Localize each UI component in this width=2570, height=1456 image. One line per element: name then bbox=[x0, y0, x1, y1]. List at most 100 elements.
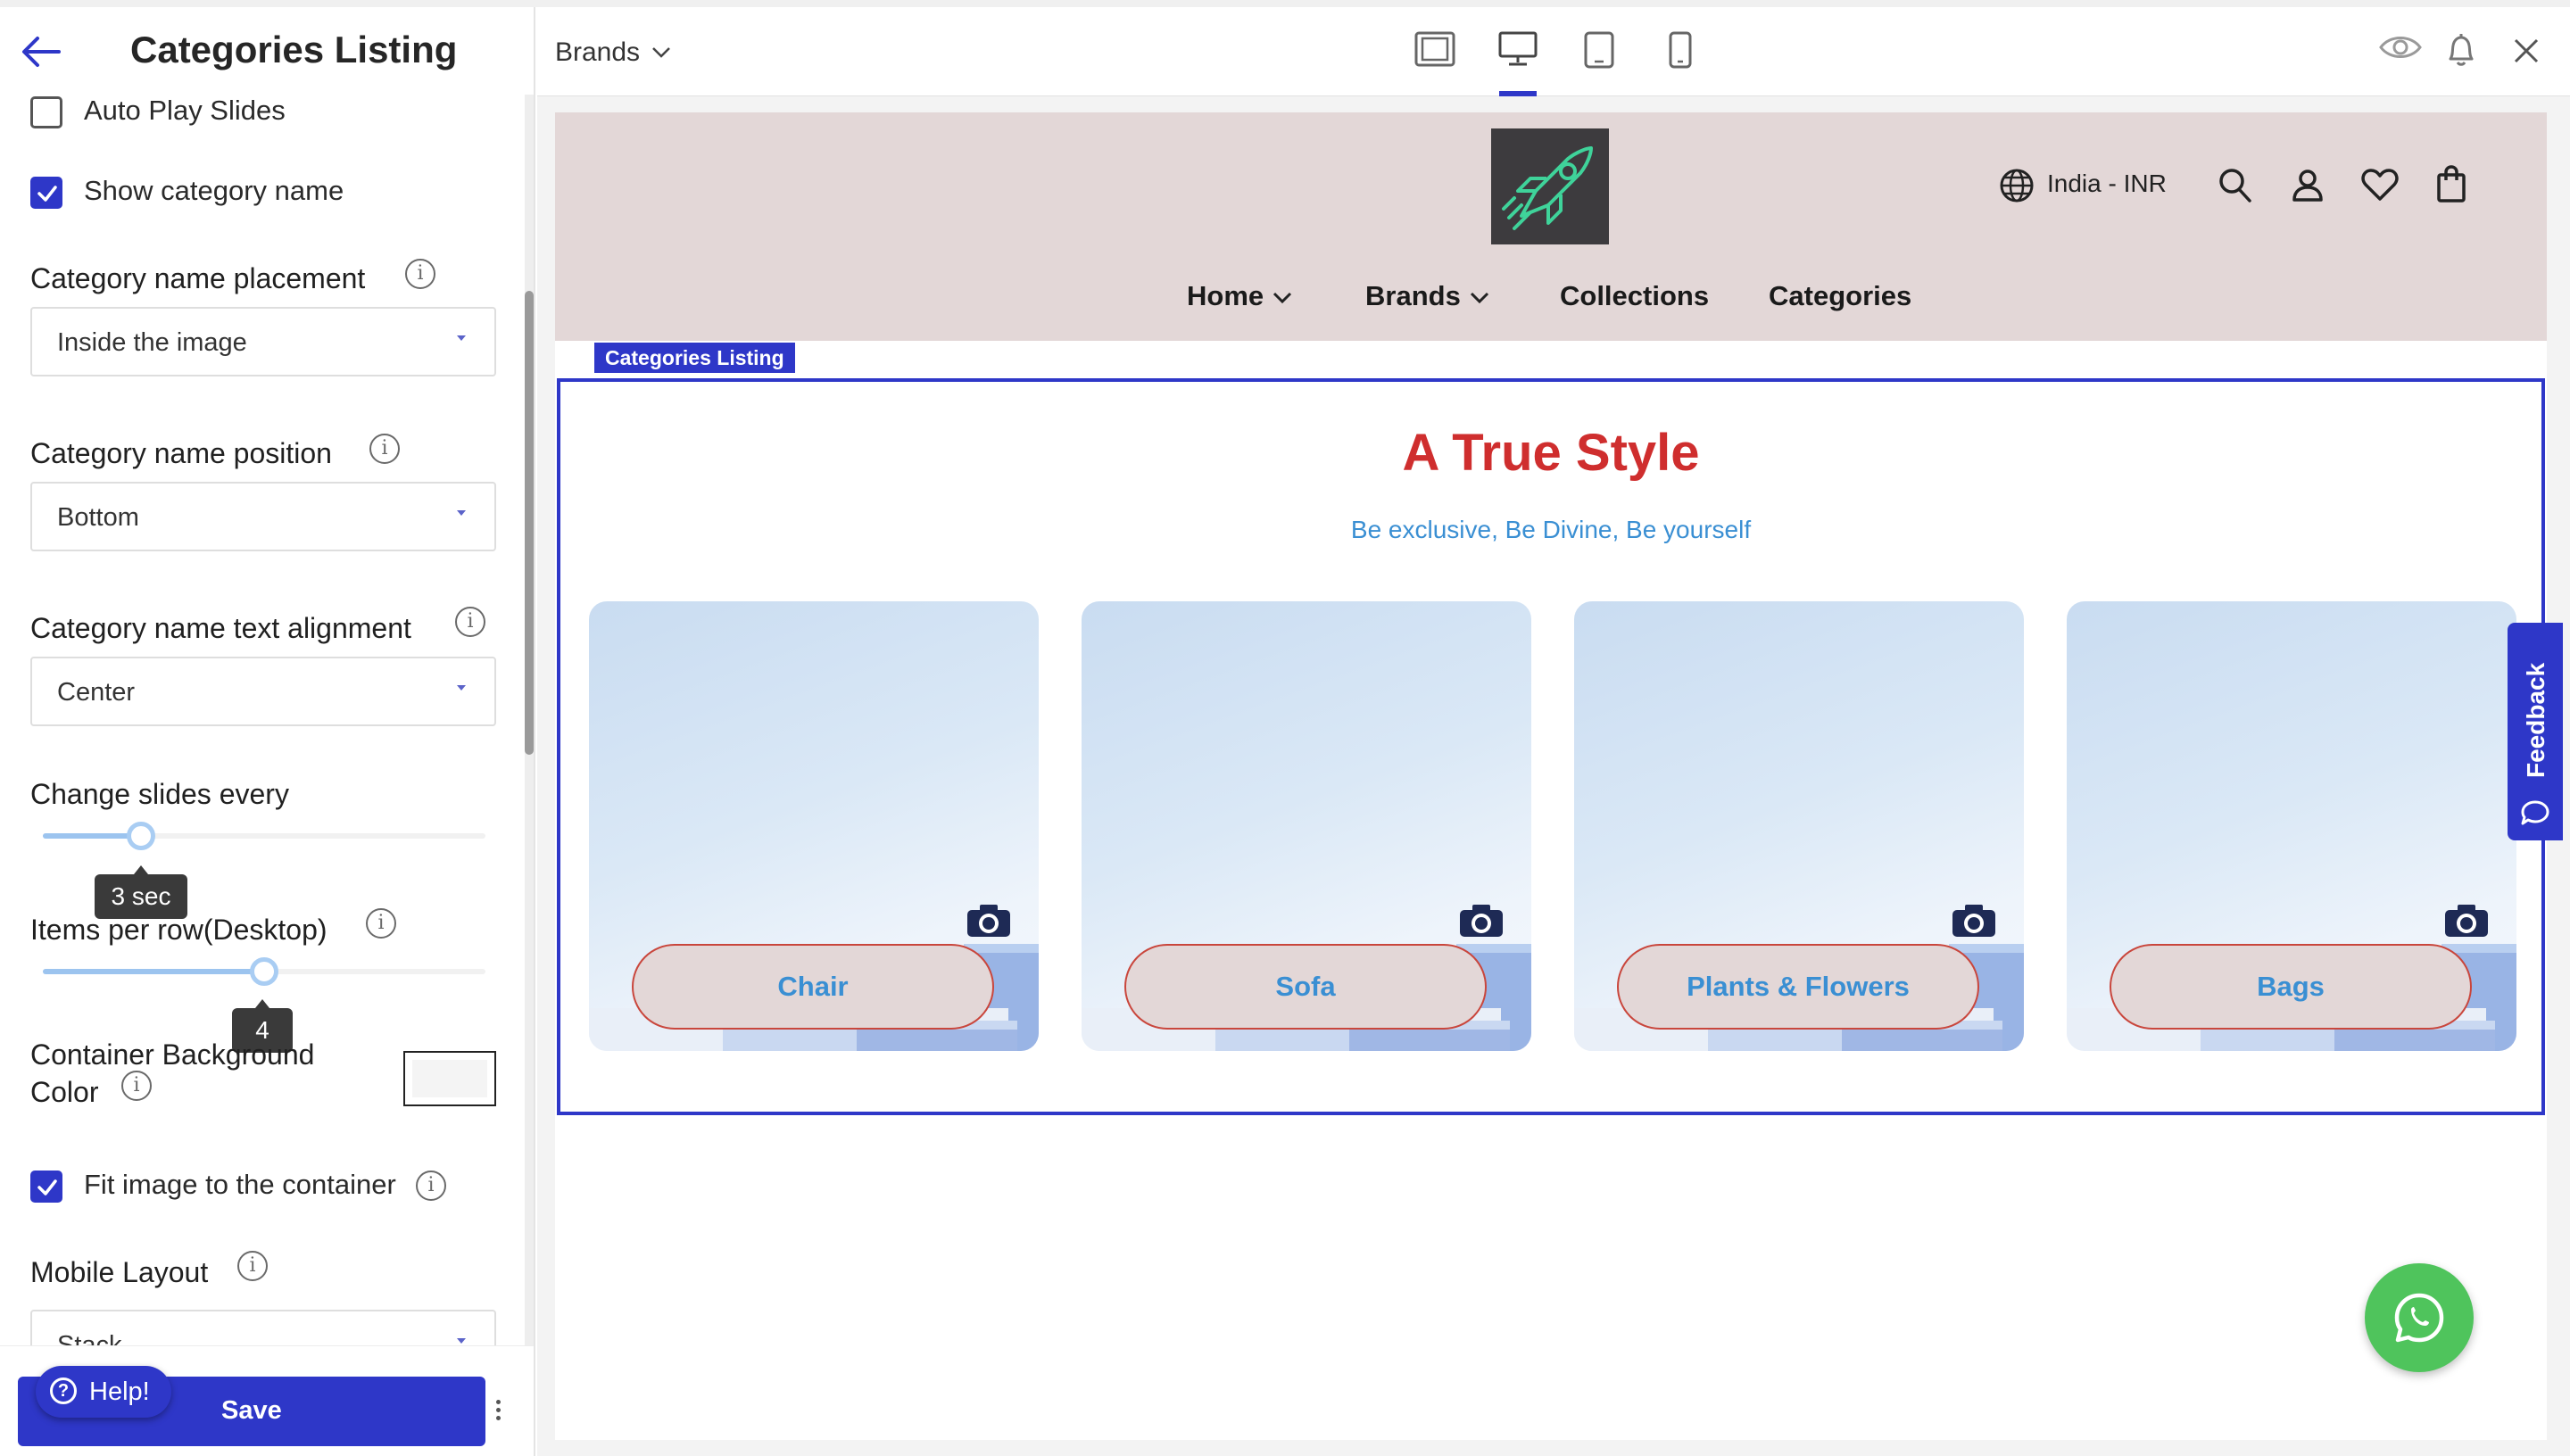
info-icon[interactable]: i bbox=[237, 1251, 268, 1281]
nav-brands[interactable]: Brands bbox=[1365, 280, 1489, 312]
info-icon[interactable]: i bbox=[369, 434, 400, 464]
alignment-label: Category name text alignment bbox=[30, 612, 411, 644]
fullscreen-icon[interactable] bbox=[1414, 30, 1456, 68]
camera-icon bbox=[1952, 905, 1995, 937]
mobile-icon[interactable] bbox=[1667, 30, 1694, 70]
locale-selector[interactable]: India - INR bbox=[2047, 170, 2167, 198]
category-card[interactable]: Sofa bbox=[1082, 601, 1531, 1051]
mobile-layout-label: Mobile Layout bbox=[30, 1256, 209, 1288]
change-slides-tooltip: 3 sec bbox=[95, 865, 187, 919]
help-button[interactable]: ? Help! bbox=[36, 1366, 171, 1418]
nav-categories[interactable]: Categories bbox=[1769, 280, 1911, 312]
checkmark-icon bbox=[37, 1179, 57, 1195]
question-icon: ? bbox=[50, 1377, 77, 1404]
alignment-value: Center bbox=[57, 678, 136, 707]
section-title: A True Style bbox=[1402, 424, 1700, 482]
info-icon[interactable]: i bbox=[416, 1171, 446, 1201]
categories-section[interactable]: A True Style Be exclusive, Be Divine, Be… bbox=[557, 378, 2545, 1115]
info-icon[interactable]: i bbox=[455, 607, 485, 637]
fit-image-label: Fit image to the container bbox=[84, 1169, 396, 1200]
category-name-pill[interactable]: Bags bbox=[2110, 944, 2472, 1030]
heart-icon[interactable] bbox=[2361, 168, 2399, 202]
placement-value: Inside the image bbox=[57, 328, 247, 357]
tablet-icon[interactable] bbox=[1583, 30, 1615, 70]
fit-image-checkbox[interactable] bbox=[30, 1171, 62, 1203]
feedback-tab[interactable]: Feedback bbox=[2508, 623, 2563, 840]
section-subtitle: Be exclusive, Be Divine, Be yourself bbox=[1350, 516, 1752, 543]
change-slides-label: Change slides every bbox=[30, 778, 289, 810]
position-select[interactable]: Bottom bbox=[30, 482, 496, 551]
bg-color-label-line1: Container Background bbox=[30, 1038, 315, 1071]
chat-bubble-icon bbox=[2521, 800, 2549, 825]
placement-select[interactable]: Inside the image bbox=[30, 307, 496, 376]
help-label: Help! bbox=[89, 1377, 150, 1406]
nav-brands-label: Brands bbox=[1365, 280, 1461, 311]
rocket-logo-icon bbox=[1502, 146, 1593, 230]
whatsapp-icon bbox=[2394, 1293, 2444, 1343]
alignment-select[interactable]: Center bbox=[30, 657, 496, 726]
info-icon[interactable]: i bbox=[121, 1071, 152, 1101]
chevron-down-icon bbox=[1273, 292, 1292, 303]
save-label: Save bbox=[221, 1396, 282, 1425]
eye-icon[interactable] bbox=[2379, 32, 2422, 62]
category-card[interactable]: Plants & Flowers bbox=[1574, 601, 2024, 1051]
caret-down-icon bbox=[457, 685, 466, 691]
nav-home[interactable]: Home bbox=[1187, 280, 1292, 312]
site-header: India - INR Home Brands Collections Cate… bbox=[555, 112, 2547, 341]
search-icon[interactable] bbox=[2218, 168, 2252, 203]
preview-canvas: India - INR Home Brands Collections Cate… bbox=[555, 112, 2563, 1440]
top-strip bbox=[0, 0, 2570, 7]
user-icon[interactable] bbox=[2292, 168, 2324, 203]
position-value: Bottom bbox=[57, 503, 139, 532]
sidebar-title: Categories Listing bbox=[130, 29, 458, 70]
placement-label: Category name placement bbox=[30, 262, 366, 294]
chevron-down-icon bbox=[652, 47, 670, 58]
feedback-label: Feedback bbox=[2522, 662, 2549, 778]
items-per-row-fill bbox=[43, 969, 264, 974]
change-slides-handle[interactable] bbox=[127, 822, 155, 850]
bell-icon[interactable] bbox=[2445, 32, 2477, 68]
globe-icon[interactable] bbox=[1999, 168, 2035, 203]
bg-color-label-line2: Color bbox=[30, 1076, 99, 1108]
brand-logo[interactable] bbox=[1491, 128, 1609, 244]
auto-play-checkbox[interactable] bbox=[30, 96, 62, 128]
caret-down-icon bbox=[457, 1338, 466, 1344]
bag-icon[interactable] bbox=[2436, 164, 2466, 203]
bg-color-fill bbox=[412, 1060, 487, 1097]
camera-icon bbox=[2445, 905, 2488, 937]
checkmark-icon bbox=[37, 186, 57, 202]
show-name-label: Show category name bbox=[84, 175, 344, 206]
category-name-pill[interactable]: Chair bbox=[632, 944, 994, 1030]
sidebar-footer: Save ? Help! bbox=[0, 1345, 534, 1456]
page-select-dropdown[interactable]: Brands bbox=[555, 37, 670, 68]
sidebar-scroll-thumb[interactable] bbox=[525, 291, 534, 755]
bg-color-swatch[interactable] bbox=[403, 1051, 496, 1106]
close-icon[interactable] bbox=[2513, 37, 2540, 64]
chevron-down-icon bbox=[1470, 292, 1488, 303]
nav-categories-label: Categories bbox=[1769, 280, 1912, 311]
sidebar-scrollbar[interactable] bbox=[525, 95, 534, 1353]
category-card[interactable]: Bags bbox=[2067, 601, 2516, 1051]
caret-down-icon bbox=[457, 335, 466, 341]
info-icon[interactable]: i bbox=[405, 259, 435, 289]
info-icon[interactable]: i bbox=[366, 908, 396, 939]
section-tag[interactable]: Categories Listing bbox=[594, 343, 795, 373]
sidebar-header: Categories Listing bbox=[0, 7, 534, 96]
category-name-pill[interactable]: Plants & Flowers bbox=[1617, 944, 1979, 1030]
back-arrow-icon[interactable] bbox=[20, 34, 61, 70]
editor-toolbar: Brands bbox=[537, 7, 2570, 96]
whatsapp-button[interactable] bbox=[2365, 1263, 2474, 1372]
items-per-row-label: Items per row(Desktop) bbox=[30, 914, 327, 946]
nav-home-label: Home bbox=[1187, 280, 1264, 311]
camera-icon bbox=[1460, 905, 1503, 937]
items-per-row-handle[interactable] bbox=[250, 957, 278, 986]
more-options-icon[interactable] bbox=[496, 1400, 502, 1423]
nav-collections[interactable]: Collections bbox=[1560, 280, 1709, 312]
category-card[interactable]: Chair bbox=[589, 601, 1039, 1051]
desktop-icon[interactable] bbox=[1497, 30, 1538, 68]
caret-down-icon bbox=[457, 510, 466, 516]
show-name-checkbox[interactable] bbox=[30, 177, 62, 209]
settings-sidebar: Categories Listing Auto Play Slides Show… bbox=[0, 7, 535, 1456]
auto-play-label: Auto Play Slides bbox=[84, 95, 286, 126]
category-name-pill[interactable]: Sofa bbox=[1124, 944, 1487, 1030]
